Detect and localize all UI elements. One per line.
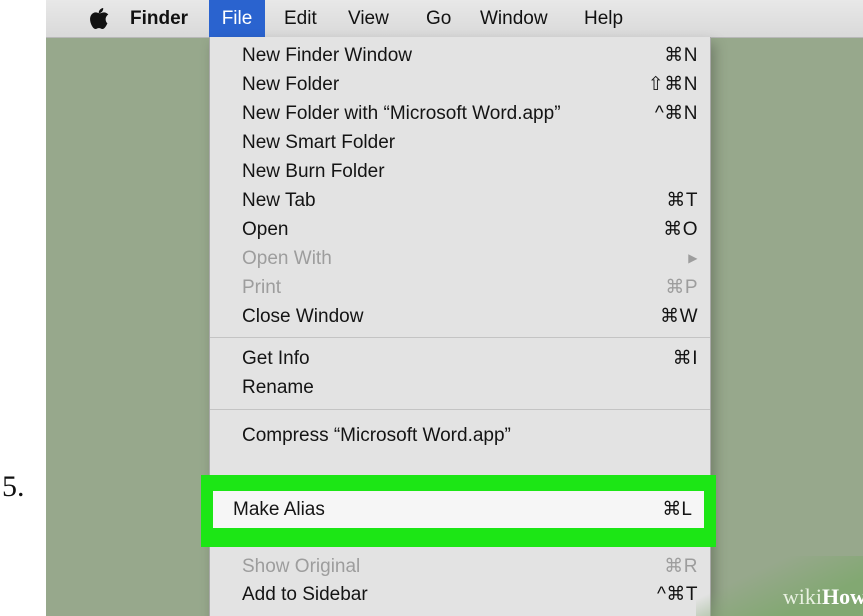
- submenu-arrow-icon: ▶: [688, 251, 698, 265]
- menu-file[interactable]: File: [209, 0, 265, 37]
- menu-item-label: Close Window: [242, 306, 364, 327]
- watermark-prefix: wiki: [782, 584, 822, 609]
- apple-icon[interactable]: [90, 0, 110, 37]
- menu-item-get-info[interactable]: Get Info ⌘I: [210, 344, 710, 373]
- shortcut-label: ^⌘N: [654, 103, 698, 124]
- step-number: 5.: [2, 470, 25, 503]
- screenshot-frame: Finder File Edit View Go Window Help New…: [46, 0, 863, 616]
- menu-item-label: Open With: [242, 248, 332, 269]
- menu-item-label: Show Original: [242, 556, 361, 577]
- shortcut-label: ⌘L: [662, 499, 692, 520]
- menu-item-label: New Burn Folder: [242, 161, 385, 182]
- menu-item-label: New Folder with “Microsoft Word.app”: [242, 103, 561, 124]
- menu-item-open[interactable]: Open ⌘O: [210, 215, 710, 244]
- menu-bar: Finder File Edit View Go Window Help: [46, 0, 863, 38]
- shortcut-label: ⌘I: [672, 348, 698, 369]
- menu-item-new-folder-with-selection[interactable]: New Folder with “Microsoft Word.app” ^⌘N: [210, 99, 710, 128]
- menu-item-label: Add to Sidebar: [242, 584, 368, 605]
- menu-separator: [210, 337, 710, 338]
- shortcut-label: ⌘N: [664, 45, 698, 66]
- wikihow-watermark: wikiHow: [696, 556, 863, 616]
- menu-finder[interactable]: Finder: [130, 0, 188, 37]
- menu-item-print: Print ⌘P: [210, 273, 710, 302]
- menu-item-label: New Smart Folder: [242, 132, 396, 153]
- menu-separator: [210, 409, 710, 410]
- shortcut-label: ⌘P: [665, 277, 698, 298]
- menu-item-label: Print: [242, 277, 282, 298]
- menu-item-compress[interactable]: Compress “Microsoft Word.app”: [210, 421, 710, 450]
- menu-item-new-smart-folder[interactable]: New Smart Folder: [210, 128, 710, 157]
- menu-item-new-burn-folder[interactable]: New Burn Folder: [210, 157, 710, 186]
- watermark-suffix: How: [822, 584, 863, 609]
- watermark-text: wikiHow: [783, 584, 863, 610]
- menu-window[interactable]: Window: [480, 0, 548, 37]
- menu-item-new-tab[interactable]: New Tab ⌘T: [210, 186, 710, 215]
- menu-item-new-finder-window[interactable]: New Finder Window ⌘N: [210, 41, 710, 70]
- shortcut-label: ⌘R: [664, 556, 698, 577]
- menu-edit[interactable]: Edit: [284, 0, 317, 37]
- menu-item-make-alias[interactable]: Make Alias ⌘L: [213, 491, 704, 528]
- menu-item-label: New Finder Window: [242, 45, 412, 66]
- menu-item-new-folder[interactable]: New Folder ⇧⌘N: [210, 70, 710, 99]
- menu-item-show-original: Show Original ⌘R: [210, 552, 710, 581]
- shortcut-label: ^⌘T: [656, 584, 698, 605]
- menu-item-open-with: Open With ▶: [210, 244, 710, 273]
- menu-item-label: Get Info: [242, 348, 310, 369]
- menu-item-add-to-sidebar[interactable]: Add to Sidebar ^⌘T: [210, 580, 710, 609]
- menu-go[interactable]: Go: [426, 0, 451, 37]
- menu-item-label: New Tab: [242, 190, 316, 211]
- highlight-callout: Make Alias ⌘L: [201, 475, 716, 547]
- menu-item-label: Open: [242, 219, 289, 240]
- menu-item-label: Rename: [242, 377, 314, 398]
- shortcut-label: ⌘O: [663, 219, 698, 240]
- menu-item-label: Make Alias: [233, 499, 325, 520]
- menu-help[interactable]: Help: [584, 0, 623, 37]
- shortcut-label: ⌘W: [660, 306, 698, 327]
- menu-item-label: New Folder: [242, 74, 340, 95]
- shortcut-label: ⇧⌘N: [647, 74, 698, 95]
- menu-item-label: Compress “Microsoft Word.app”: [242, 425, 511, 446]
- menu-view[interactable]: View: [348, 0, 389, 37]
- menu-item-close-window[interactable]: Close Window ⌘W: [210, 302, 710, 331]
- menu-item-rename[interactable]: Rename: [210, 373, 710, 402]
- shortcut-label: ⌘T: [666, 190, 698, 211]
